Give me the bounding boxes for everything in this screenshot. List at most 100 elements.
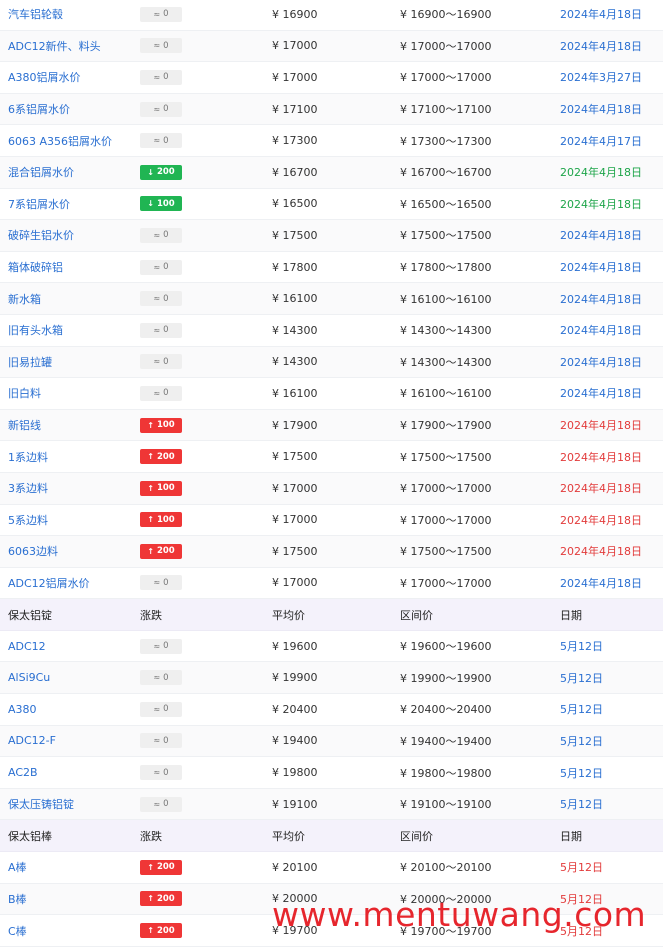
approx-icon: ≈	[153, 230, 161, 240]
table-row: AlSi9Cu ≈0 ¥ 19900 ¥ 19900～19900 5月12日	[0, 662, 663, 695]
material-name-link[interactable]: 6系铝屑水价	[8, 103, 70, 116]
material-name-link[interactable]: A380铝屑水价	[8, 71, 81, 84]
material-name-link[interactable]: ADC12新件、料头	[8, 40, 101, 53]
range-price: ¥ 20100～20100	[400, 861, 492, 875]
material-name-link[interactable]: 旧有头水箱	[8, 324, 63, 337]
material-name-link[interactable]: C棒	[8, 925, 27, 938]
table-row: ADC12铝屑水价 ≈0 ¥ 17000 ¥ 17000～17000 2024年4月18…	[0, 567, 663, 600]
material-name-link[interactable]: 旧白料	[8, 387, 41, 400]
material-name-link[interactable]: 7系铝屑水价	[8, 198, 70, 211]
change-value: 0	[163, 104, 169, 115]
table-row: 3系边料 ↑ 100 ¥ 17000 ¥ 17000～17000 2024年4月18日	[0, 472, 663, 505]
material-name-link[interactable]: 保太压铸铝锭	[8, 798, 74, 811]
material-name-link[interactable]: 3系边料	[8, 482, 48, 495]
avg-price: ¥ 17800	[272, 260, 318, 274]
range-price: ¥ 17500～17500	[400, 450, 492, 464]
range-price: ¥ 16700～16700	[400, 166, 492, 180]
material-name-link[interactable]: ADC12	[8, 640, 46, 653]
material-name-link[interactable]: 箱体破碎铝	[8, 261, 63, 274]
avg-price: ¥ 19600	[272, 639, 318, 653]
range-price: ¥ 14300～14300	[400, 355, 492, 369]
material-name-link[interactable]: 6063边料	[8, 545, 58, 558]
change-value: 200	[156, 546, 175, 557]
arrow-up-icon: ↑	[147, 926, 154, 936]
range-price: ¥ 16900～16900	[400, 8, 492, 22]
avg-price: ¥ 19400	[272, 734, 318, 748]
material-name-link[interactable]: 新水箱	[8, 293, 41, 306]
section-header-row: 保太铝锭 涨跌 平均价 区间价 日期	[0, 599, 663, 631]
change-value: 0	[163, 293, 169, 304]
change-badge: ≈0	[140, 227, 182, 243]
material-name-link[interactable]: AC2B	[8, 766, 38, 779]
material-name-link[interactable]: 6063 A356铝屑水价	[8, 135, 112, 148]
table-row: 破碎生铝水价 ≈0 ¥ 17500 ¥ 17500～17500 2024年4月18日	[0, 220, 663, 252]
material-name-link[interactable]: 汽车铝轮毂	[8, 8, 63, 21]
table-row: ADC12 ≈0 ¥ 19600 ¥ 19600～19600 5月12日	[0, 630, 663, 663]
update-date: 5月12日	[560, 734, 603, 748]
material-name-link[interactable]: 1系边料	[8, 451, 48, 464]
change-badge: ≈0	[140, 733, 182, 749]
avg-price: ¥ 19900	[272, 671, 318, 685]
arrow-up-icon: ↑	[147, 862, 154, 872]
change-value: 0	[163, 388, 169, 399]
range-price: ¥ 17000～17000	[400, 513, 492, 527]
material-name-link[interactable]: AlSi9Cu	[8, 671, 50, 684]
avg-price: ¥ 16100	[272, 386, 318, 400]
table-row: ADC12-F ≈0 ¥ 19400 ¥ 19400～19400 5月12日	[0, 725, 663, 758]
change-value: 200	[156, 893, 175, 904]
change-badge: ≈0	[140, 6, 182, 22]
arrow-up-icon: ↑	[147, 515, 154, 525]
material-name-link[interactable]: B棒	[8, 893, 27, 906]
update-date: 2024年4月18日	[560, 166, 642, 180]
approx-icon: ≈	[153, 325, 161, 335]
material-name-link[interactable]: 5系边料	[8, 514, 48, 527]
update-date: 2024年4月18日	[560, 482, 642, 496]
change-value: 0	[163, 641, 169, 652]
range-price: ¥ 17100～17100	[400, 103, 492, 117]
change-value: 100	[156, 483, 175, 494]
header-change: 涨跌	[140, 608, 162, 622]
approx-icon: ≈	[153, 41, 161, 51]
table-row: 7系铝屑水价 ↓ 100 ¥ 16500 ¥ 16500～16500 2024年4月18日	[0, 188, 663, 221]
change-badge: ≈0	[140, 765, 182, 781]
material-name-link[interactable]: A棒	[8, 861, 27, 874]
table-row: ADC12新件、料头 ≈0 ¥ 17000 ¥ 17000～17000 2024年4月1…	[0, 30, 663, 63]
change-value: 0	[163, 135, 169, 146]
avg-price: ¥ 17900	[272, 418, 318, 432]
material-name-link[interactable]: ADC12-F	[8, 734, 56, 747]
material-name-link[interactable]: 旧易拉罐	[8, 356, 52, 369]
change-badge: ≈0	[140, 38, 182, 54]
material-name-link[interactable]: A380	[8, 703, 37, 716]
approx-icon: ≈	[153, 388, 161, 398]
material-name-link[interactable]: ADC12铝屑水价	[8, 577, 90, 590]
range-price: ¥ 16100～16100	[400, 292, 492, 306]
range-price: ¥ 17000～17000	[400, 576, 492, 590]
change-value: 0	[163, 262, 169, 273]
material-name-link[interactable]: 破碎生铝水价	[8, 229, 74, 242]
table-row: 旧易拉罐 ≈0 ¥ 14300 ¥ 14300～14300 2024年4月18日	[0, 346, 663, 379]
change-value: 0	[163, 577, 169, 588]
range-price: ¥ 17300～17300	[400, 134, 492, 148]
update-date: 5月12日	[560, 798, 603, 812]
approx-icon: ≈	[153, 578, 161, 588]
change-value: 0	[163, 704, 169, 715]
avg-price: ¥ 17500	[272, 544, 318, 558]
change-badge: ≈0	[140, 322, 182, 338]
change-badge: ≈0	[140, 575, 182, 591]
update-date: 5月12日	[560, 861, 603, 875]
material-name-link[interactable]: 新铝线	[8, 419, 41, 432]
approx-icon: ≈	[153, 768, 161, 778]
material-name-link[interactable]: 混合铝屑水价	[8, 166, 74, 179]
approx-icon: ≈	[153, 9, 161, 19]
avg-price: ¥ 20400	[272, 702, 318, 716]
update-date: 2024年4月17日	[560, 134, 642, 148]
change-badge: ≈0	[140, 101, 182, 117]
range-price: ¥ 17000～17000	[400, 482, 492, 496]
range-price: ¥ 19100～19100	[400, 798, 492, 812]
header-avg-price: 平均价	[272, 829, 305, 843]
arrow-up-icon: ↑	[147, 452, 154, 462]
price-table: 汽车铝轮毂 ≈0 ¥ 16900 ¥ 16900～16900 2024年4月18日 ADC…	[0, 0, 663, 947]
approx-icon: ≈	[153, 736, 161, 746]
change-value: 0	[163, 9, 169, 20]
approx-icon: ≈	[153, 294, 161, 304]
